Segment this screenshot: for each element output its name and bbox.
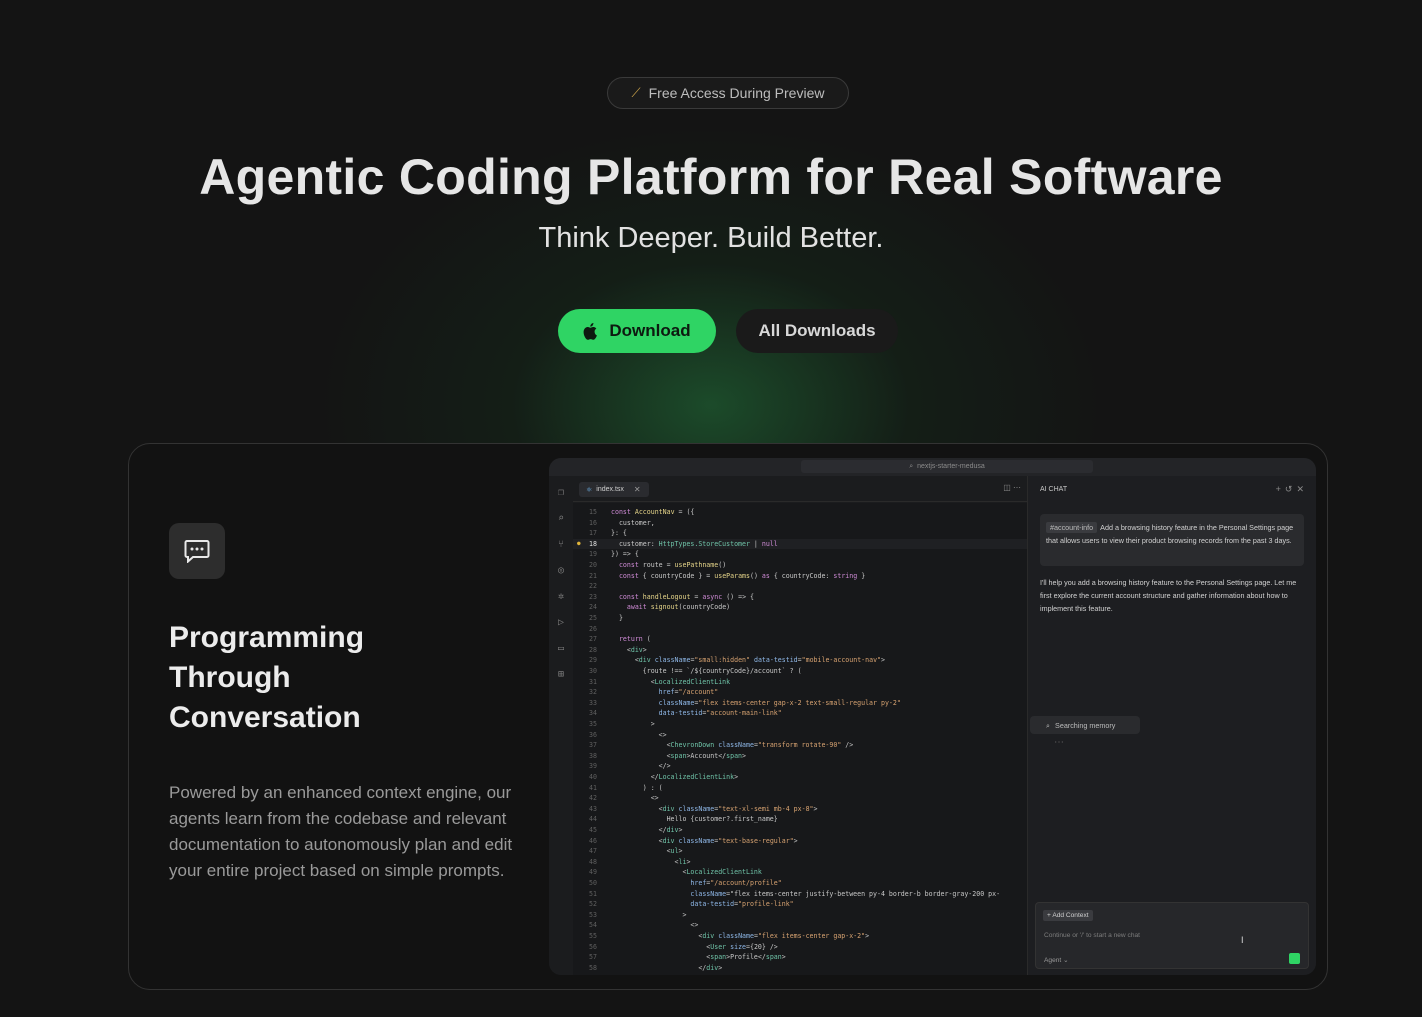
code-line[interactable]: 53 > [573, 910, 1027, 921]
code-line[interactable]: 28 <div> [573, 645, 1027, 656]
chat-title: AI CHAT [1040, 486, 1068, 493]
code-line[interactable]: 16 customer, [573, 518, 1027, 529]
send-button[interactable] [1289, 953, 1300, 964]
download-button[interactable]: Download [558, 309, 716, 353]
code-line[interactable]: 41 ) : ( [573, 783, 1027, 794]
code-line[interactable]: 24 await signout(countryCode) [573, 602, 1027, 613]
activity-bar: ❐ ⌕ ⑂ ◎ ✲ ▷ ▭ ⊞ [549, 476, 573, 975]
ai-chat-panel: AI CHAT +↺✕ #account-info Add a browsing … [1027, 476, 1316, 975]
search-icon[interactable]: ⌕ [555, 512, 567, 524]
source-control-icon[interactable]: ⑂ [555, 538, 567, 550]
code-line[interactable]: 38 <span>Account</span> [573, 751, 1027, 762]
status-text: Searching memory [1055, 720, 1116, 730]
code-line[interactable]: 47 <ul> [573, 846, 1027, 857]
code-editor[interactable]: 15 const AccountNav = ({16 customer, 17}: … [573, 503, 1027, 975]
chat-input-box[interactable]: + Add Context Continue or '/' to start a… [1035, 902, 1309, 969]
code-line[interactable]: 26 [573, 624, 1027, 635]
code-line[interactable]: 21 const { countryCode } = useParams() a… [573, 571, 1027, 582]
ide-titlebar: ⌕ nextjs-starter-medusa [549, 458, 1316, 476]
code-line[interactable]: 36 <> [573, 730, 1027, 741]
code-line[interactable]: 29 <div className="small:hidden" data-te… [573, 655, 1027, 666]
ai-message: I'll help you add a browsing history fea… [1030, 576, 1306, 748]
code-line[interactable]: 32 href="/account" [573, 687, 1027, 698]
code-line[interactable]: 43 <div className="text-xl-semi mb-4 px-… [573, 804, 1027, 815]
text-cursor-icon: I [1241, 935, 1244, 945]
code-line[interactable]: 42 <> [573, 793, 1027, 804]
code-line[interactable]: 23 const handleLogout = async () => { [573, 592, 1027, 603]
code-line[interactable]: 51 className="flex items-center justify-… [573, 889, 1027, 900]
code-line[interactable]: 48 <li> [573, 857, 1027, 868]
context-chip[interactable]: #account-info [1046, 522, 1098, 533]
code-line[interactable]: 46 <div className="text-base-regular"> [573, 836, 1027, 847]
chat-actions[interactable]: +↺✕ [1276, 484, 1308, 495]
extensions-icon[interactable]: ⊞ [555, 668, 567, 680]
code-line[interactable]: 30 {route !== `/${countryCode}/account` … [573, 666, 1027, 677]
close-icon[interactable]: ✕ [634, 485, 641, 494]
page-subtitle: Think Deeper. Build Better. [538, 222, 884, 254]
code-line[interactable]: 57 <span>Profile</span> [573, 952, 1027, 963]
search-icon: ⌕ [909, 462, 914, 470]
code-line[interactable]: 27 return ( [573, 634, 1027, 645]
preview-badge[interactable]: ⟋ Free Access During Preview [607, 77, 849, 109]
add-context-button[interactable]: + Add Context [1043, 910, 1093, 921]
code-line[interactable]: 33 className="flex items-center gap-x-2 … [573, 698, 1027, 709]
code-line[interactable]: 31 <LocalizedClientLink [573, 677, 1027, 688]
code-line[interactable]: 40 </LocalizedClientLink> [573, 772, 1027, 783]
tab-label: index.tsx [596, 486, 624, 493]
page-title: Agentic Coding Platform for Real Softwar… [199, 149, 1223, 205]
tab-index-tsx[interactable]: ⚛ index.tsx ✕ [579, 482, 649, 497]
code-line[interactable]: 44 Hello {customer?.first_name} [573, 814, 1027, 825]
react-file-icon: ⚛ [586, 486, 593, 494]
all-downloads-button[interactable]: All Downloads [736, 309, 898, 353]
code-line[interactable]: 19}) => { [573, 549, 1027, 560]
feature-title: Programming Through Conversation [169, 621, 365, 734]
code-line[interactable]: 25 } [573, 613, 1027, 624]
download-label: Download [609, 321, 691, 340]
code-line[interactable]: 52 data-testid="profile-link" [573, 899, 1027, 910]
code-line[interactable]: 37 <ChevronDown className="transform rot… [573, 740, 1027, 751]
all-downloads-label: All Downloads [758, 321, 876, 340]
ai-message-text: I'll help you add a browsing history fea… [1040, 578, 1297, 613]
code-line[interactable]: 45 </div> [573, 825, 1027, 836]
ide-screenshot: ⌕ nextjs-starter-medusa ❐ ⌕ ⑂ ◎ ✲ ▷ ▭ ⊞ … [549, 458, 1316, 975]
agent-mode-select[interactable]: Agent ⌄ [1044, 956, 1069, 964]
code-line[interactable]: 20 const route = usePathname() [573, 560, 1027, 571]
code-line[interactable]: 22 [573, 581, 1027, 592]
editor-tabbar: ⚛ index.tsx ✕ ◫ ⋯ [573, 476, 1027, 502]
ide-search-bar[interactable]: ⌕ nextjs-starter-medusa [801, 460, 1093, 473]
code-line[interactable]: 39 </> [573, 761, 1027, 772]
apple-icon [583, 323, 598, 340]
feature-card: Programming Through Conversation Powered… [128, 443, 1328, 990]
compass-icon[interactable]: ◎ [555, 564, 567, 576]
code-line[interactable]: 15 const AccountNav = ({ [573, 507, 1027, 518]
settings-icon[interactable]: ✲ [555, 590, 567, 602]
code-line[interactable]: 55 <div className="flex items-center gap… [573, 931, 1027, 942]
searching-memory-status: ⌕ Searching memory [1030, 716, 1140, 734]
loading-dots: ⋯ [1054, 737, 1065, 748]
code-line[interactable]: 18 customer: HttpTypes.StoreCustomer | n… [573, 538, 1027, 550]
user-message: #account-info Add a browsing history feat… [1040, 514, 1304, 566]
run-debug-icon[interactable]: ▷ [555, 616, 567, 628]
code-line[interactable]: 34 data-testid="account-main-link" [573, 708, 1027, 719]
chat-input[interactable]: Continue or '/' to start a new chat [1044, 932, 1140, 939]
editor-actions[interactable]: ◫ ⋯ [1003, 483, 1021, 492]
magic-wand-icon: ⟋ [631, 85, 641, 100]
code-line[interactable]: 58 </div> [573, 963, 1027, 974]
feature-description: Powered by an enhanced context engine, o… [169, 783, 513, 880]
search-icon: ⌕ [1046, 720, 1051, 730]
code-line[interactable]: 56 <User size={20} /> [573, 942, 1027, 953]
ide-search-text: nextjs-starter-medusa [917, 463, 985, 470]
code-line[interactable]: 17}: { [573, 528, 1027, 539]
lightbulb-icon[interactable]: ● [577, 539, 581, 550]
code-line[interactable]: 49 <LocalizedClientLink [573, 867, 1027, 878]
chat-bubble-icon [169, 523, 225, 579]
code-line[interactable]: 50 href="/account/profile" [573, 878, 1027, 889]
remote-icon[interactable]: ▭ [555, 642, 567, 654]
code-line[interactable]: 54 <> [573, 920, 1027, 931]
code-line[interactable]: 35 > [573, 719, 1027, 730]
explorer-icon[interactable]: ❐ [555, 486, 567, 498]
badge-text: Free Access During Preview [648, 85, 825, 101]
